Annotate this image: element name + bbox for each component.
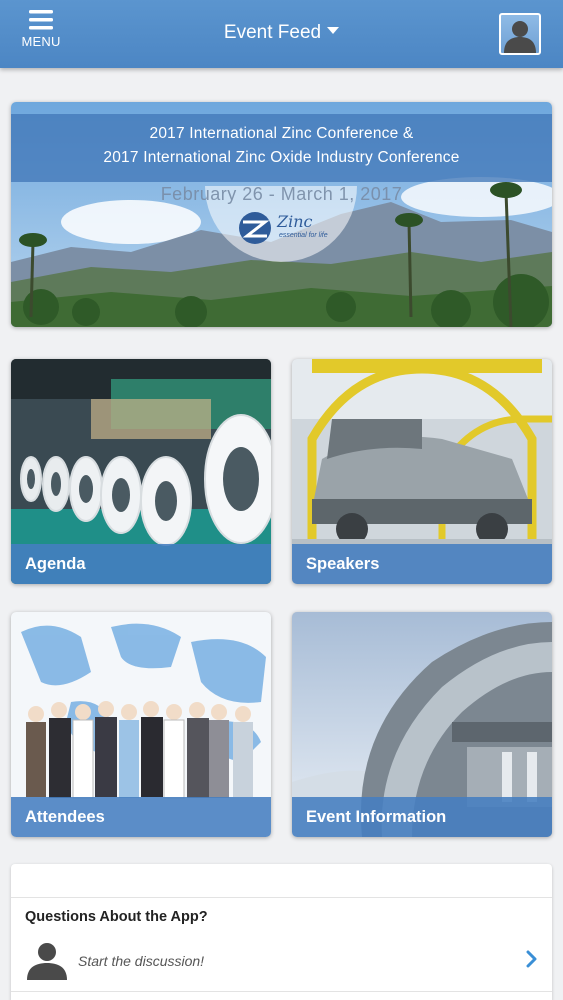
zinc-logo-word: Zinc: [277, 212, 313, 231]
person-icon: [27, 943, 67, 980]
card-bottom-divider: [11, 991, 552, 992]
zinc-logo-icon: [239, 212, 271, 244]
speakers-tile[interactable]: Speakers: [292, 359, 552, 584]
event-information-tile[interactable]: Event Information: [292, 612, 552, 837]
start-discussion-prompt: Start the discussion!: [78, 953, 205, 969]
agenda-label: Agenda: [11, 544, 271, 584]
discussion-card: Questions About the App? Start the discu…: [11, 864, 552, 1000]
event-feed-dropdown[interactable]: Event Feed: [0, 22, 563, 44]
attendees-label: Attendees: [11, 797, 271, 837]
agenda-tile[interactable]: Agenda: [11, 359, 271, 584]
profile-avatar-button[interactable]: [499, 13, 541, 55]
caret-down-icon: [327, 27, 340, 34]
attendees-tile[interactable]: Attendees: [11, 612, 271, 837]
user-silhouette-icon: [504, 21, 536, 53]
start-discussion-row[interactable]: Start the discussion!: [11, 936, 552, 984]
discussion-question: Questions About the App?: [25, 909, 208, 925]
conference-dates: February 26 - March 1, 2017: [160, 184, 403, 204]
banner-title-line-2: 2017 International Zinc Oxide Industry C…: [103, 149, 460, 166]
event-information-label: Event Information: [292, 797, 552, 837]
top-app-bar: MENU Event Feed: [0, 0, 563, 68]
chevron-right-icon: [526, 950, 537, 968]
banner-title-line-1: 2017 International Zinc Conference &: [149, 125, 414, 142]
card-divider: [11, 897, 552, 898]
page-title: Event Feed: [223, 22, 322, 43]
conference-banner[interactable]: 2017 International Zinc Conference & 201…: [11, 102, 552, 327]
zinc-logo-tagline: essential for life: [279, 232, 328, 239]
speakers-label: Speakers: [292, 544, 552, 584]
